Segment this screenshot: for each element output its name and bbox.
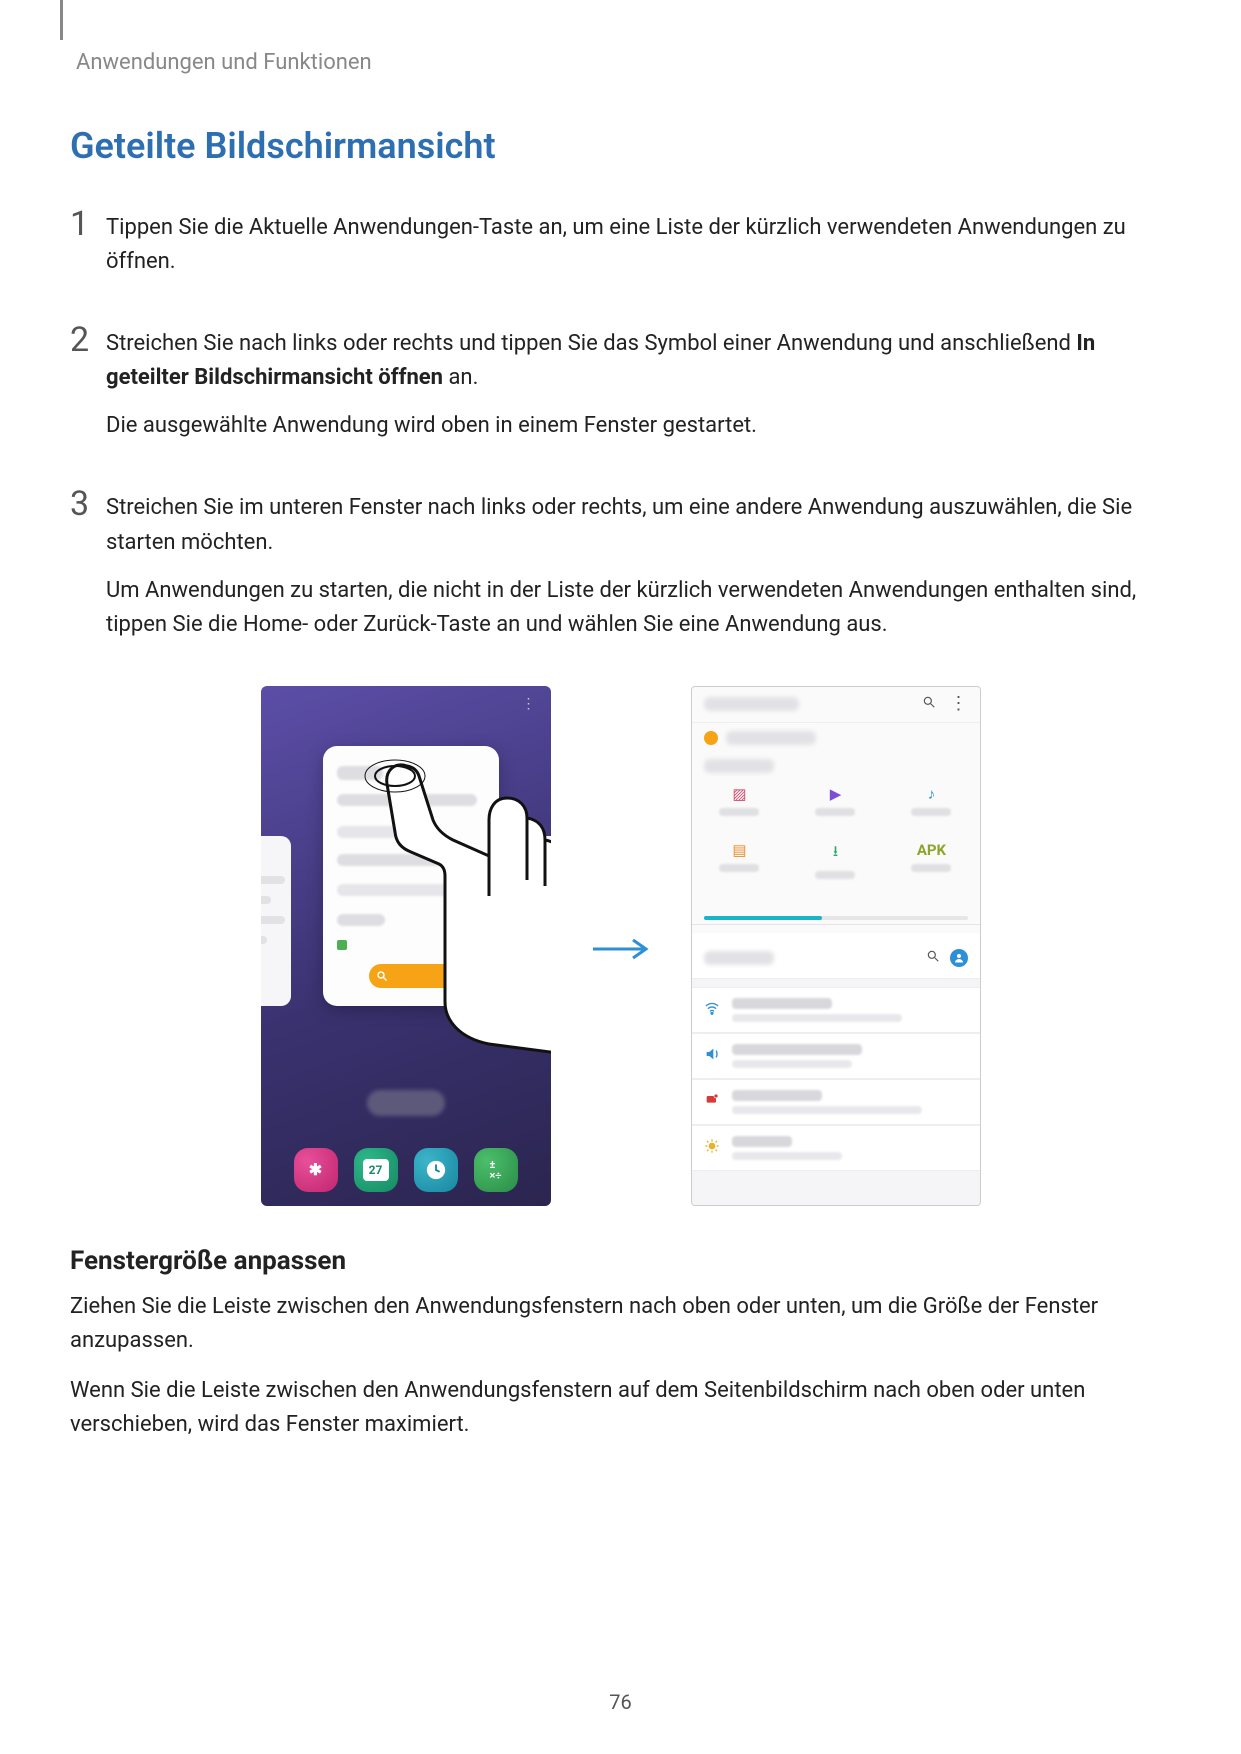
step-2-after: an. — [443, 365, 478, 390]
para-2: Wenn Sie die Leiste zwischen den Anwendu… — [70, 1374, 1171, 1442]
step-2-before: Streichen Sie nach links oder rechts und… — [106, 331, 1076, 356]
tile-images: ▨ — [692, 785, 788, 841]
step-number-1: 1 — [70, 207, 106, 293]
step-2-text: Streichen Sie nach links oder rechts und… — [106, 327, 1171, 395]
split-bottom-app — [692, 939, 980, 1205]
search-icon — [373, 967, 391, 985]
phone-recents-mockup: ⋮ ⌕ — [261, 686, 551, 1206]
step-number-2: 2 — [70, 323, 106, 457]
figure-row: ⋮ ⌕ — [70, 686, 1171, 1206]
gallery-app-icon: ✱ — [294, 1148, 338, 1192]
category-label — [692, 753, 980, 779]
storage-bar — [704, 906, 968, 924]
tile-apk: APK — [883, 841, 979, 897]
video-icon: ▶ — [830, 785, 842, 803]
calendar-day-label: 27 — [363, 1159, 389, 1181]
page-number: 76 — [0, 1690, 1241, 1714]
step-3-followup: Um Anwendungen zu starten, die nicht in … — [106, 574, 1171, 642]
step-body-2: Streichen Sie nach links oder rechts und… — [106, 323, 1171, 457]
close-all-pill — [367, 1090, 445, 1116]
section-heading: Geteilte Bildschirmansicht — [70, 125, 1171, 167]
overflow-icon: ⋮ — [950, 699, 968, 710]
step-3-text: Streichen Sie im unteren Fenster nach li… — [106, 491, 1171, 559]
notification-icon — [704, 1092, 720, 1108]
image-icon: ▨ — [732, 785, 746, 803]
clock-app-icon — [414, 1148, 458, 1192]
step-body-1: Tippen Sie die Aktuelle Anwendungen-Tast… — [106, 207, 1171, 293]
settings-row-connections — [692, 987, 980, 1033]
tile-videos: ▶ — [787, 785, 883, 841]
search-icon — [926, 949, 940, 967]
step-2-followup: Die ausgewählte Anwendung wird oben in e… — [106, 409, 1171, 443]
recents-card-peek-left: ⌕ — [261, 836, 291, 1006]
arrow-icon — [591, 920, 651, 972]
recents-card-center — [323, 746, 499, 1006]
document-icon: ▤ — [732, 841, 746, 859]
display-icon — [704, 1138, 720, 1154]
step-1-text: Tippen Sie die Aktuelle Anwendungen-Tast… — [106, 211, 1171, 279]
tile-documents: ▤ — [692, 841, 788, 897]
settings-row-display — [692, 1125, 980, 1171]
sound-icon — [704, 1046, 720, 1062]
warning-icon — [704, 731, 718, 745]
steps-list: 1 Tippen Sie die Aktuelle Anwendungen-Ta… — [70, 207, 1171, 656]
apk-icon: APK — [917, 841, 946, 859]
split-top-app: ⋮ ▨ ▶ ♪ ▤ ⭳ APK — [692, 687, 980, 925]
calculator-app-icon: ± ×÷ — [474, 1148, 518, 1192]
search-pill — [369, 964, 459, 988]
calendar-app-icon: 27 — [354, 1148, 398, 1192]
download-icon: ⭳ — [833, 841, 838, 866]
search-icon — [922, 695, 936, 713]
tile-audio: ♪ — [883, 785, 979, 841]
app-dock: ✱ 27 ± ×÷ — [261, 1148, 551, 1192]
alert-row — [692, 723, 980, 753]
settings-row-sound — [692, 1033, 980, 1079]
music-icon: ♪ — [928, 785, 936, 803]
step-body-3: Streichen Sie im unteren Fenster nach li… — [106, 487, 1171, 655]
tile-downloads: ⭳ — [787, 841, 883, 897]
recents-card-peek-right — [535, 836, 551, 1006]
para-1: Ziehen Sie die Leiste zwischen den Anwen… — [70, 1290, 1171, 1358]
account-icon — [950, 949, 968, 967]
wifi-icon — [704, 1000, 720, 1016]
overflow-icon: ⋮ — [522, 696, 537, 712]
settings-row-notifications — [692, 1079, 980, 1125]
phone-splitscreen-mockup: ⋮ ▨ ▶ ♪ ▤ ⭳ APK — [691, 686, 981, 1206]
breadcrumb: Anwendungen und Funktionen — [76, 50, 1171, 75]
subsection-heading: Fenstergröße anpassen — [70, 1246, 1171, 1276]
step-number-3: 3 — [70, 487, 106, 655]
